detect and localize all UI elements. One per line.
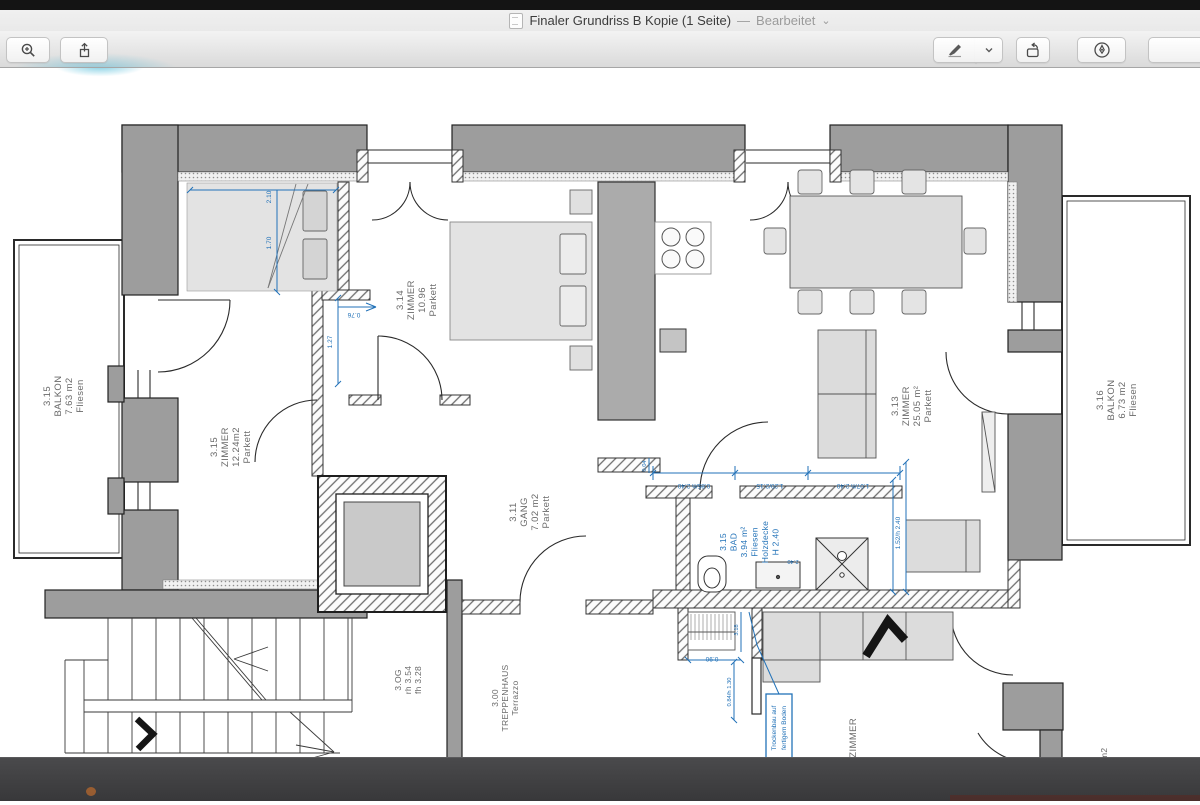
svg-text:TREPPENHAUS: TREPPENHAUS bbox=[500, 664, 510, 731]
balcony-right-outline bbox=[1062, 196, 1190, 545]
label-zimmer-315: 3.15 ZIMMER 12.24m2 Parkett bbox=[209, 427, 253, 467]
shower bbox=[816, 538, 868, 590]
label-bad: 3.15 BAD 3.94 m² Fliesen Holzdecke H 2.4… bbox=[718, 521, 781, 563]
svg-text:3.13: 3.13 bbox=[890, 396, 901, 416]
dim-1-07: 1.07/h 2.40 bbox=[836, 482, 869, 489]
svg-text:3.16: 3.16 bbox=[1095, 390, 1106, 410]
svg-text:25.05 m²: 25.05 m² bbox=[912, 386, 923, 427]
note-line-1: Trockenbau auf bbox=[771, 705, 778, 750]
svg-text:10.96: 10.96 bbox=[417, 287, 428, 313]
orange-dot bbox=[86, 787, 96, 796]
marker-button[interactable] bbox=[933, 37, 977, 63]
svg-text:Fliesen: Fliesen bbox=[750, 527, 760, 557]
screen-bottom-strip bbox=[0, 757, 1200, 801]
svg-text:ZIMMER: ZIMMER bbox=[406, 280, 417, 320]
dim-1-52: 1.52/h 2.40 bbox=[895, 516, 902, 549]
dining-table bbox=[790, 196, 962, 288]
svg-text:Parkett: Parkett bbox=[541, 496, 552, 529]
title-dash: — bbox=[737, 13, 750, 28]
svg-text:Terrazzo: Terrazzo bbox=[510, 681, 520, 716]
dim-3-18: 3.18 bbox=[734, 624, 740, 635]
markup-toolbar-button[interactable] bbox=[1077, 37, 1126, 63]
label-balkon-right: 3.16 BALKON 6.73 m2 Fliesen bbox=[1095, 380, 1139, 421]
preview-window: { "titlebar": { "title": "Finaler Grundr… bbox=[0, 0, 1200, 800]
svg-text:ZIMMER: ZIMMER bbox=[220, 427, 231, 467]
stairs bbox=[65, 618, 352, 760]
svg-text:3.11: 3.11 bbox=[508, 502, 519, 521]
sofa-living bbox=[763, 612, 953, 660]
svg-text:GANG: GANG bbox=[519, 497, 530, 527]
markup-icon bbox=[1093, 41, 1111, 59]
svg-text:BALKON: BALKON bbox=[53, 376, 64, 417]
toolbar bbox=[0, 31, 1200, 68]
title-chevron-icon[interactable]: ⌄ bbox=[821, 14, 830, 27]
floorplan-drawing: 3.15 BALKON 7.63 m2 Fliesen 3.15 ZIMMER … bbox=[0, 0, 1200, 800]
closet bbox=[688, 612, 735, 650]
elevator-core bbox=[318, 476, 446, 612]
marker-dropdown-button[interactable] bbox=[975, 37, 1003, 63]
label-balkon-left: 3.15 BALKON 7.63 m2 Fliesen bbox=[42, 376, 86, 417]
svg-text:3.14: 3.14 bbox=[395, 290, 406, 310]
svg-text:3.94 m²: 3.94 m² bbox=[739, 527, 749, 558]
svg-text:7.63 m2: 7.63 m2 bbox=[64, 377, 75, 414]
svg-text:12.24m2: 12.24m2 bbox=[231, 427, 242, 467]
label-treppenhaus: 3.00 TREPPENHAUS Terrazzo bbox=[490, 664, 520, 731]
dim-0-76: 0.76 bbox=[347, 311, 360, 318]
label-storey: 3.OG rh 3.54 fh 3.28 bbox=[393, 666, 423, 695]
svg-text:fh 3.28: fh 3.28 bbox=[413, 666, 423, 694]
kitchen-sink bbox=[660, 329, 686, 352]
svg-text:3.OG: 3.OG bbox=[393, 669, 403, 691]
svg-text:BALKON: BALKON bbox=[1106, 380, 1117, 421]
share-button[interactable] bbox=[60, 37, 108, 63]
dim-0-04: 0.04 bbox=[642, 460, 648, 472]
svg-text:3.00: 3.00 bbox=[490, 689, 500, 707]
dim-2-40: 2.40 bbox=[787, 558, 798, 564]
chevron-down-icon bbox=[983, 44, 995, 56]
svg-text:7.02 m2: 7.02 m2 bbox=[530, 493, 541, 530]
dim-0-85: 0.85/h 2.40 bbox=[677, 482, 710, 489]
armchair bbox=[906, 520, 980, 572]
screen-top-strip bbox=[0, 0, 1200, 10]
title-bar: Finaler Grundriss B Kopie (1 Seite) — Be… bbox=[0, 10, 1200, 31]
label-zimmer-313: 3.13 ZIMMER 25.05 m² Parkett bbox=[890, 386, 934, 427]
dim-0-90: 0.90 bbox=[705, 655, 718, 662]
svg-text:BAD: BAD bbox=[729, 533, 739, 551]
marker-icon bbox=[946, 42, 964, 58]
rotate-left-icon bbox=[1024, 42, 1043, 59]
dim-2-10: 2.10 bbox=[266, 190, 273, 203]
window-title: Finaler Grundriss B Kopie (1 Seite) bbox=[529, 13, 731, 28]
dim-0-84: 0.84/h 1.30 bbox=[727, 677, 733, 706]
dim-1-70: 1.70 bbox=[266, 236, 273, 249]
svg-text:Parkett: Parkett bbox=[242, 431, 253, 464]
svg-text:H 2.40: H 2.40 bbox=[771, 529, 781, 556]
kitchen-unit bbox=[598, 182, 711, 420]
red-strip bbox=[950, 795, 1200, 801]
zoom-icon bbox=[20, 42, 37, 59]
edited-status: Bearbeitet bbox=[756, 13, 815, 28]
svg-text:Fliesen: Fliesen bbox=[75, 379, 86, 412]
svg-text:3.15: 3.15 bbox=[42, 386, 53, 406]
rotate-left-button[interactable] bbox=[1016, 37, 1050, 63]
zoom-button[interactable] bbox=[6, 37, 50, 63]
svg-text:Parkett: Parkett bbox=[428, 284, 439, 317]
svg-text:rh 3.54: rh 3.54 bbox=[403, 666, 413, 695]
svg-text:3.15: 3.15 bbox=[209, 437, 220, 457]
document-canvas[interactable]: 3.15 BALKON 7.63 m2 Fliesen 3.15 ZIMMER … bbox=[0, 0, 1200, 800]
stairs-direction-chevron bbox=[137, 719, 153, 749]
partial-toolbar-button[interactable] bbox=[1148, 37, 1200, 63]
svg-text:Parkett: Parkett bbox=[923, 390, 934, 423]
dim-1-20: 1.20/2.15 bbox=[756, 482, 783, 489]
svg-text:3.15: 3.15 bbox=[718, 533, 728, 551]
svg-text:ZIMMER: ZIMMER bbox=[901, 386, 912, 426]
label-gang: 3.11 GANG 7.02 m2 Parkett bbox=[508, 493, 552, 530]
svg-text:6.73 m2: 6.73 m2 bbox=[1117, 381, 1128, 418]
svg-text:Fliesen: Fliesen bbox=[1128, 383, 1139, 416]
share-icon bbox=[76, 42, 93, 59]
note-box bbox=[766, 694, 792, 762]
document-proxy-icon[interactable] bbox=[509, 13, 523, 29]
svg-text:Holzdecke: Holzdecke bbox=[760, 521, 770, 563]
dim-1-27: 1.27 bbox=[327, 335, 334, 348]
label-zimmer-314: 3.14 ZIMMER 10.96 Parkett bbox=[395, 280, 439, 320]
note-line-2: fertigem Boden bbox=[781, 706, 788, 750]
